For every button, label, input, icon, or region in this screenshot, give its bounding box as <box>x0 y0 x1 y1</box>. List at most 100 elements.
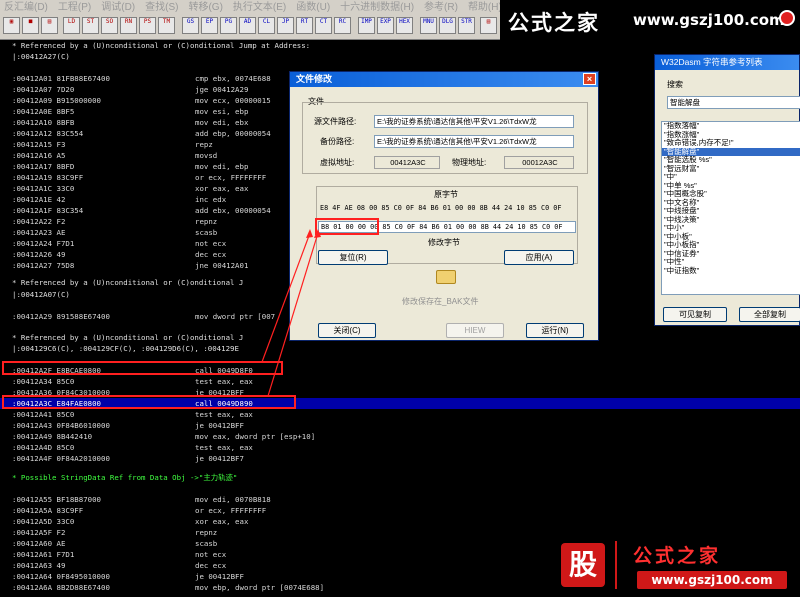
exports-icon[interactable]: EXP <box>377 17 394 34</box>
pause-icon[interactable]: PS <box>139 17 156 34</box>
code-address: :00412A6A 8B2D88E67400 <box>12 583 110 592</box>
code-address: :00412A0E 8BF5 <box>12 107 75 116</box>
code-line[interactable]: :00412A4D 85C0 test eax, eax <box>0 442 800 453</box>
menu-item[interactable]: 调试(D) <box>97 0 141 14</box>
goto-page-icon[interactable]: PG <box>220 17 237 34</box>
print-icon-2[interactable]: ▤ <box>480 17 497 34</box>
code-instruction: repz <box>195 140 213 149</box>
code-instruction: mov edi, ebp <box>195 162 249 171</box>
string-ref-icon[interactable]: STR <box>458 17 475 34</box>
code-instruction: je 00412BF7 <box>195 454 244 463</box>
menu-item[interactable]: 参考(R) <box>420 0 464 14</box>
menu-item[interactable]: 查找(S) <box>141 0 184 14</box>
source-path-field[interactable]: E:\我的证券系统\通达信其他\平安V1.26\TdxW龙 <box>374 115 574 128</box>
menu-item[interactable]: 转移(G) <box>184 0 228 14</box>
code-instruction: mov eax, dword ptr [esp+10] <box>195 432 316 441</box>
code-address: :00412A1E 42 <box>12 195 66 204</box>
menu-item[interactable]: 函数(U) <box>292 0 336 14</box>
run-icon[interactable]: RN <box>120 17 137 34</box>
code-instruction: or ecx, FFFFFFFF <box>195 173 267 182</box>
goto-code-start-icon[interactable]: GS <box>182 17 199 34</box>
code-instruction: cmp ebx, 0074E688 <box>195 74 271 83</box>
watermark-name: 公式之家 <box>508 11 600 35</box>
menu-item[interactable]: 十六进制数据(H) <box>336 0 420 14</box>
code-line[interactable]: :00412A41 85C0 test eax, eax <box>0 409 800 420</box>
code-address: :00412A09 B915000000 <box>12 96 101 105</box>
code-instruction: test eax, eax <box>195 410 253 419</box>
imports-icon[interactable]: IMP <box>358 17 375 34</box>
string-list-item[interactable]: "中证指数" <box>662 266 800 276</box>
copy-visible-button[interactable]: 可见复制 <box>663 307 727 322</box>
modify-bytes-label: 修改字节 <box>428 238 460 247</box>
copy-all-button[interactable]: 全部复制 <box>739 307 800 322</box>
open-file-icon[interactable]: ▣ <box>3 17 20 34</box>
load-process-icon[interactable]: LD <box>63 17 80 34</box>
close-button[interactable]: 关闭(C) <box>318 323 376 338</box>
code-line[interactable]: :00412A55 BF18B87000 mov edi, 0070B818 <box>0 494 800 505</box>
hiew-button[interactable]: HIEW <box>446 323 504 338</box>
code-address: :00412A07 7D20 <box>12 85 75 94</box>
dialog-title: 文件修改 × <box>290 72 598 87</box>
step-into-icon[interactable]: ST <box>82 17 99 34</box>
terminate-icon[interactable]: TM <box>158 17 175 34</box>
menu-item[interactable]: 执行文本(E) <box>229 0 292 14</box>
code-line[interactable]: :00412A43 0F84B6010000 je 00412BFF <box>0 420 800 431</box>
run-button[interactable]: 运行(N) <box>526 323 584 338</box>
menu-item[interactable]: 反汇编(D) <box>0 0 54 14</box>
folder-icon <box>436 270 456 284</box>
code-instruction: not ecx <box>195 239 227 248</box>
original-bytes-field: E8 4F AE 08 00 85 C0 0F 84 B6 01 00 00 8… <box>318 203 576 215</box>
code-address: :00412A1F 83C354 <box>12 206 84 215</box>
print-icon[interactable]: ▤ <box>41 17 58 34</box>
virtual-address-field: 00412A3C <box>374 156 440 169</box>
code-line[interactable]: :00412A5A 83C9FF or ecx, FFFFFFFF <box>0 505 800 516</box>
string-ref-comment: * Possible StringData Ref from Data Obj … <box>12 473 238 482</box>
code-address: :00412A63 49 <box>12 561 66 570</box>
string-list-item[interactable]: "智远财富" <box>662 164 800 174</box>
menu-ref-icon[interactable]: MNU <box>420 17 437 34</box>
return-call-icon[interactable]: RC <box>334 17 351 34</box>
dialog-ref-icon[interactable]: DLG <box>439 17 456 34</box>
physical-address-label: 物理地址: <box>452 158 487 167</box>
jump-to-icon[interactable]: JP <box>277 17 294 34</box>
code-instruction: xor eax, eax <box>195 517 249 526</box>
watermark-stock-char: 股 <box>561 543 605 587</box>
goto-call-icon[interactable]: CL <box>258 17 275 34</box>
code-instruction: test eax, eax <box>195 377 253 386</box>
code-address: :00412A23 AE <box>12 228 66 237</box>
watermark-bottom: 股 公式之家 www.gszj100.com <box>555 535 800 597</box>
return-icon[interactable]: RT <box>296 17 313 34</box>
code-instruction: test eax, eax <box>195 443 253 452</box>
goto-address-icon[interactable]: AD <box>239 17 256 34</box>
step-over-icon[interactable]: SO <box>101 17 118 34</box>
code-address: :00412A5D 33C0 <box>12 517 75 526</box>
backup-path-field[interactable]: E:\我的证券系统\通达信其他\平安V1.26\TdxW龙 <box>374 135 574 148</box>
string-reference-window: W32Dasm 字符串参考列表 搜索 智能解盘 "指数落幅" "指数涨幅" "致命错… <box>654 54 800 326</box>
code-line[interactable]: :00412A4F 0F84A2010000 je 00412BF7 <box>0 453 800 464</box>
code-address: :00412A01 81FB88E67400 <box>12 74 110 83</box>
code-line[interactable]: :00412A5D 33C0 xor eax, eax <box>0 516 800 527</box>
code-address: :00412A5A 83C9FF <box>12 506 84 515</box>
code-address: :00412A5F F2 <box>12 528 66 537</box>
code-instruction: movsd <box>195 151 218 160</box>
menu-item[interactable]: 工程(P) <box>54 0 97 14</box>
search-input[interactable]: 智能解盘 <box>667 96 800 109</box>
code-address: :00412A1C 33C0 <box>12 184 75 193</box>
string-list[interactable]: "指数落幅" "指数涨幅" "致命错误,内存不足!" "智能解盘" "智能选股 %s" "… <box>661 121 800 295</box>
code-line[interactable]: :00412A49 8B442410 mov eax, dword ptr [es… <box>0 431 800 442</box>
save-icon[interactable]: ■ <box>22 17 39 34</box>
code-line[interactable]: :00412A34 85C0 test eax, eax <box>0 376 800 387</box>
code-address: :00412A24 F7D1 <box>12 239 75 248</box>
code-instruction: add ebp, 00000054 <box>195 129 271 138</box>
call-to-icon[interactable]: CT <box>315 17 332 34</box>
code-instruction: mov edi, ebx <box>195 118 249 127</box>
close-icon[interactable]: × <box>583 73 596 85</box>
code-address: :00412A22 F2 <box>12 217 66 226</box>
restore-button[interactable]: 复位(R) <box>318 250 388 265</box>
hex-icon[interactable]: HEX <box>396 17 413 34</box>
apply-button[interactable]: 应用(A) <box>504 250 574 265</box>
code-address: :00412A12 83C554 <box>12 129 84 138</box>
goto-entry-icon[interactable]: EP <box>201 17 218 34</box>
code-address: :00412A41 85C0 <box>12 410 75 419</box>
xref-comment: * Referenced by a (U)nconditional or (C)… <box>12 41 311 50</box>
